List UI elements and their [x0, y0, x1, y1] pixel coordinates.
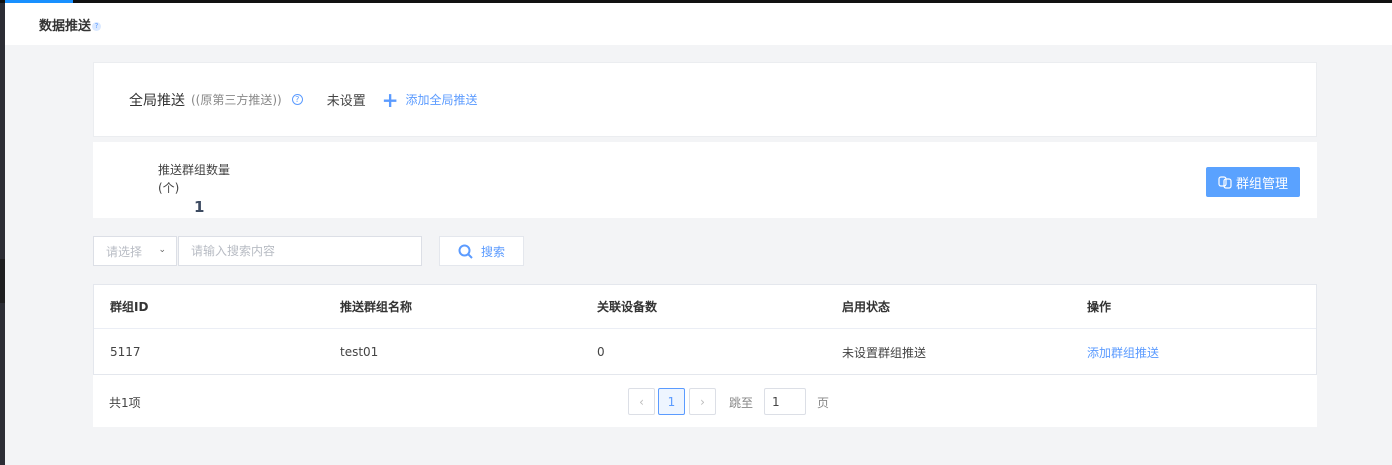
page-title: 数据推送: [39, 18, 92, 34]
column-header: 操作: [1087, 300, 1112, 314]
search-input[interactable]: [178, 236, 422, 266]
column-header: 群组ID: [110, 300, 149, 314]
global-push-sublabel: ((原第三方推送)): [191, 93, 282, 107]
global-push-label: 全局推送: [129, 92, 185, 109]
add-global-push-label: 添加全局推送: [405, 93, 478, 107]
search-icon: [458, 244, 473, 259]
total-count: 共1项: [109, 396, 141, 410]
table-header: 群组ID 推送群组名称 关联设备数 启用状态 操作: [94, 285, 1316, 329]
page-button[interactable]: 1: [658, 388, 685, 415]
plus-icon: +: [381, 87, 399, 112]
pagination-bar: 共1项 ‹ 1 › 跳至 页: [93, 375, 1317, 427]
group-count-value: 1: [194, 198, 205, 216]
add-global-push-button[interactable]: + 添加全局推送: [382, 90, 478, 110]
group-manage-button[interactable]: 群组管理: [1206, 167, 1300, 197]
column-header: 关联设备数: [597, 300, 658, 314]
column-header: 启用状态: [842, 300, 891, 314]
page-suffix: 页: [817, 396, 830, 410]
jump-label: 跳至: [729, 396, 754, 410]
group-count-label-line1: 推送群组数量: [158, 163, 231, 177]
group-manage-label: 群组管理: [1235, 175, 1288, 191]
group-id: 5117: [110, 345, 141, 359]
device-count: 0: [597, 345, 605, 359]
filter-select[interactable]: 请选择 ⌄: [93, 236, 177, 266]
enable-status: 未设置群组推送: [842, 345, 927, 360]
page-header: 数据推送 ?: [5, 3, 1392, 45]
search-button[interactable]: 搜索: [439, 236, 524, 266]
group-table: 群组ID 推送群组名称 关联设备数 启用状态 操作 5117 test01 0 …: [93, 284, 1317, 375]
filter-select-placeholder: 请选择: [106, 244, 143, 259]
global-push-status: 未设置: [326, 94, 366, 109]
prev-page-button[interactable]: ‹: [628, 388, 655, 415]
question-icon[interactable]: ?: [92, 21, 102, 31]
next-page-button[interactable]: ›: [689, 388, 716, 415]
add-group-push-link[interactable]: 添加群组推送: [1087, 344, 1159, 361]
question-icon[interactable]: ?: [291, 94, 303, 105]
jump-page-input[interactable]: [764, 388, 806, 415]
column-header: 推送群组名称: [340, 300, 413, 314]
table-row: 5117 test01 0 未设置群组推送 添加群组推送: [94, 330, 1316, 374]
group-icon: [1218, 176, 1232, 189]
chevron-right-icon: ›: [700, 394, 705, 409]
group-count-label: 推送群组数量 (个): [158, 161, 230, 197]
global-push-card: 全局推送 ((原第三方推送)) ? 未设置 + 添加全局推送: [93, 62, 1317, 137]
chevron-left-icon: ‹: [639, 394, 644, 409]
chevron-down-icon: ⌄: [158, 245, 166, 255]
search-button-label: 搜索: [480, 244, 505, 259]
group-stats-card: 推送群组数量 (个) 1 群组管理: [93, 142, 1317, 218]
group-count-unit: (个): [158, 181, 180, 195]
left-sidebar-edge: [0, 3, 5, 465]
group-name: test01: [340, 345, 379, 359]
